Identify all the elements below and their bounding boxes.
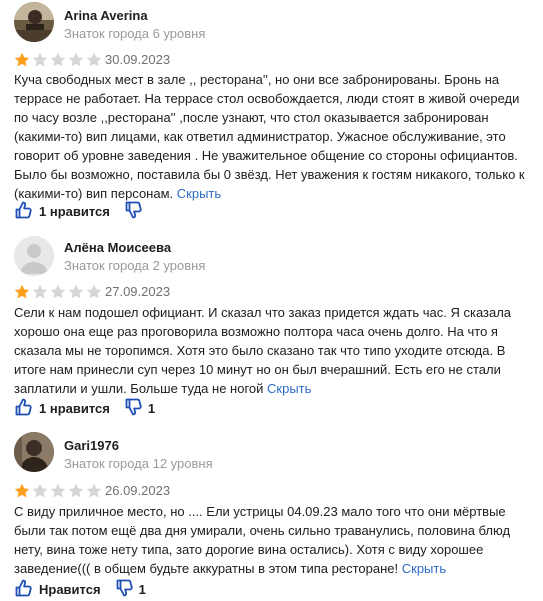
- review-text-line: заплатили и ушли. Больше туда не ногой С…: [14, 381, 312, 396]
- collapse-link[interactable]: Скрыть: [177, 186, 221, 201]
- review-text-line: заведение((( в общем будьте аккуратны в …: [14, 561, 447, 576]
- review-text-line: Было бы возможно, поставила бы 0 звёзд. …: [14, 167, 525, 182]
- review-actions: 1 нравится 1: [14, 397, 155, 420]
- star-empty-icon: [68, 483, 84, 498]
- review-text: С виду приличное место, но .... Ели устр…: [14, 502, 530, 578]
- avatar[interactable]: [14, 432, 54, 472]
- author-level: Знаток города 12 уровня: [64, 456, 213, 471]
- rating-stars: [14, 483, 102, 499]
- review-text: Сели к нам подошел официант. И сказал чт…: [14, 303, 530, 398]
- rating-stars: [14, 52, 102, 68]
- review-card: Arina Averina Знаток города 6 уровня 30.…: [0, 0, 543, 230]
- collapse-link[interactable]: Скрыть: [402, 561, 446, 576]
- thumbs-up-icon: [14, 397, 34, 420]
- thumbs-down-icon: [124, 397, 144, 420]
- star-empty-icon: [32, 284, 48, 299]
- star-empty-icon: [32, 52, 48, 67]
- like-button[interactable]: Нравится: [14, 578, 101, 601]
- star-empty-icon: [68, 284, 84, 299]
- star-filled-icon: [14, 284, 30, 299]
- star-filled-icon: [14, 483, 30, 498]
- review-text-line: по часу возле ,,ресторана'' ,после узнаю…: [14, 110, 489, 125]
- star-empty-icon: [50, 52, 66, 67]
- collapse-link[interactable]: Скрыть: [267, 381, 311, 396]
- review-text: Куча свободных мест в зале ,, ресторана'…: [14, 70, 530, 203]
- author-level: Знаток города 2 уровня: [64, 258, 206, 273]
- review-actions: 1 нравится: [14, 200, 148, 223]
- star-empty-icon: [32, 483, 48, 498]
- like-label: 1 нравится: [39, 401, 110, 416]
- star-empty-icon: [50, 483, 66, 498]
- star-filled-icon: [14, 52, 30, 67]
- dislike-count: 1: [138, 582, 146, 597]
- dislike-button[interactable]: 1: [115, 578, 146, 601]
- review-text-line: итоге нам принесли суп через 10 минут но…: [14, 362, 501, 377]
- author-level: Знаток города 6 уровня: [64, 26, 206, 41]
- review-text-line: Куча свободных мест в зале ,, ресторана'…: [14, 72, 500, 87]
- thumbs-up-icon: [14, 578, 34, 601]
- avatar[interactable]: [14, 236, 54, 276]
- review-date: 27.09.2023: [105, 284, 171, 299]
- star-empty-icon: [86, 52, 102, 67]
- star-empty-icon: [86, 284, 102, 299]
- like-button[interactable]: 1 нравится: [14, 200, 110, 223]
- star-empty-icon: [68, 52, 84, 67]
- avatar[interactable]: [14, 2, 54, 42]
- review-date: 30.09.2023: [105, 52, 171, 67]
- star-empty-icon: [50, 284, 66, 299]
- like-label: 1 нравится: [39, 204, 110, 219]
- review-text-line: Сели к нам подошел официант. И сказал чт…: [14, 305, 512, 320]
- like-button[interactable]: 1 нравится: [14, 397, 110, 420]
- dislike-button[interactable]: [124, 200, 148, 223]
- review-text-line: С виду приличное место, но .... Ели устр…: [14, 504, 506, 519]
- thumbs-down-icon: [115, 578, 135, 601]
- review-text-line: террасе не работает. На террасе стол осв…: [14, 91, 520, 106]
- author-name[interactable]: Gari1976: [64, 438, 119, 453]
- review-text-line: (какими-то) вип лицами, как ответил адми…: [14, 129, 506, 144]
- dislike-button[interactable]: 1: [124, 397, 155, 420]
- review-actions: Нравится 1: [14, 578, 146, 601]
- dislike-count: 1: [147, 401, 156, 416]
- review-text-line: сказала мы не торопимся. Хотя это было с…: [14, 343, 506, 358]
- thumbs-down-icon: [124, 200, 144, 223]
- author-name[interactable]: Алёна Моисеева: [64, 240, 171, 255]
- author-name[interactable]: Arina Averina: [64, 8, 148, 23]
- star-empty-icon: [86, 483, 102, 498]
- review-date: 26.09.2023: [105, 483, 171, 498]
- review-text-line: говорит об уровне заведения . Не уважите…: [14, 148, 518, 163]
- review-text-line: нету, вина тоже нету типа, зато дорогие …: [14, 542, 484, 557]
- review-card: Gari1976 Знаток города 12 уровня 26.09.2…: [0, 426, 543, 601]
- rating-stars: [14, 284, 102, 300]
- like-label: Нравится: [39, 582, 101, 597]
- review-card: Алёна Моисеева Знаток города 2 уровня 27…: [0, 230, 543, 426]
- review-text-line: хорошо она еще раз проговорила возможно …: [14, 324, 498, 339]
- review-text-line: были так потом ещё два дня умирали, очен…: [14, 523, 511, 538]
- thumbs-up-icon: [14, 200, 34, 223]
